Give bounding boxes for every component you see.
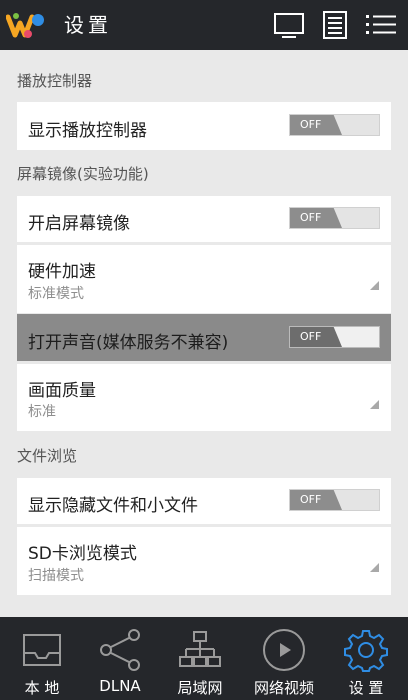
- toggle-switch[interactable]: OFF: [289, 114, 380, 136]
- setting-sd-browse-mode[interactable]: SD卡浏览模式 扫描模式: [17, 527, 391, 595]
- setting-show-hidden-files[interactable]: 显示隐藏文件和小文件 OFF: [17, 478, 391, 524]
- setting-label: 硬件加速: [28, 262, 96, 282]
- toggle-state: OFF: [290, 327, 342, 347]
- setting-value: 标准: [28, 404, 56, 420]
- inbox-icon: [19, 627, 65, 673]
- nav-label: DLNA: [99, 677, 141, 695]
- toggle-state: OFF: [290, 208, 342, 228]
- setting-enable-screen-mirror[interactable]: 开启屏幕镜像 OFF: [17, 196, 391, 242]
- nav-label: 本 地: [24, 679, 60, 697]
- toggle-switch[interactable]: OFF: [289, 489, 380, 511]
- setting-label: 画面质量: [28, 381, 96, 401]
- bottom-nav: 本 地 DLNA 局域网 网络视频 设 置: [0, 617, 408, 700]
- list-menu-icon[interactable]: [364, 10, 398, 40]
- setting-hardware-acceleration[interactable]: 硬件加速 标准模式: [17, 245, 391, 313]
- nav-online-video[interactable]: 网络视频: [244, 617, 324, 700]
- top-bar: 设置: [0, 0, 408, 50]
- section-header-playback: 播放控制器: [17, 72, 93, 90]
- setting-label: 打开声音(媒体服务不兼容): [28, 333, 229, 353]
- expand-triangle-icon: [370, 557, 379, 572]
- nav-local[interactable]: 本 地: [2, 617, 82, 700]
- nav-lan[interactable]: 局域网: [160, 617, 240, 700]
- setting-picture-quality[interactable]: 画面质量 标准: [17, 364, 391, 431]
- gear-icon: [343, 627, 389, 673]
- network-icon: [177, 627, 223, 673]
- nav-label: 设 置: [348, 679, 384, 697]
- toggle-state: OFF: [290, 490, 342, 510]
- toggle-switch[interactable]: OFF: [289, 207, 380, 229]
- toggle-switch[interactable]: OFF: [289, 326, 380, 348]
- setting-value: 标准模式: [28, 286, 84, 302]
- toggle-state: OFF: [290, 115, 342, 135]
- nav-label: 局域网: [177, 679, 223, 697]
- nav-settings[interactable]: 设 置: [326, 617, 406, 700]
- setting-show-playback-controller[interactable]: 显示播放控制器 OFF: [17, 102, 391, 150]
- nav-label: 网络视频: [253, 679, 314, 697]
- expand-triangle-icon: [370, 275, 379, 290]
- expand-triangle-icon: [370, 394, 379, 409]
- document-icon[interactable]: [319, 10, 351, 40]
- setting-label: SD卡浏览模式: [28, 544, 137, 564]
- screen-icon[interactable]: [273, 10, 305, 40]
- page-title: 设置: [64, 13, 112, 37]
- setting-enable-sound[interactable]: 打开声音(媒体服务不兼容) OFF: [17, 314, 391, 361]
- play-circle-icon: [261, 627, 307, 673]
- setting-label: 显示隐藏文件和小文件: [28, 496, 198, 516]
- setting-label: 显示播放控制器: [28, 121, 147, 141]
- setting-label: 开启屏幕镜像: [28, 214, 130, 234]
- app-logo-icon: [5, 9, 48, 41]
- section-header-screen-mirror: 屏幕镜像(实验功能): [17, 165, 149, 183]
- nav-dlna[interactable]: DLNA: [80, 617, 160, 700]
- setting-value: 扫描模式: [28, 568, 84, 584]
- share-icon: [97, 627, 143, 673]
- section-header-file-browse: 文件浏览: [17, 447, 78, 465]
